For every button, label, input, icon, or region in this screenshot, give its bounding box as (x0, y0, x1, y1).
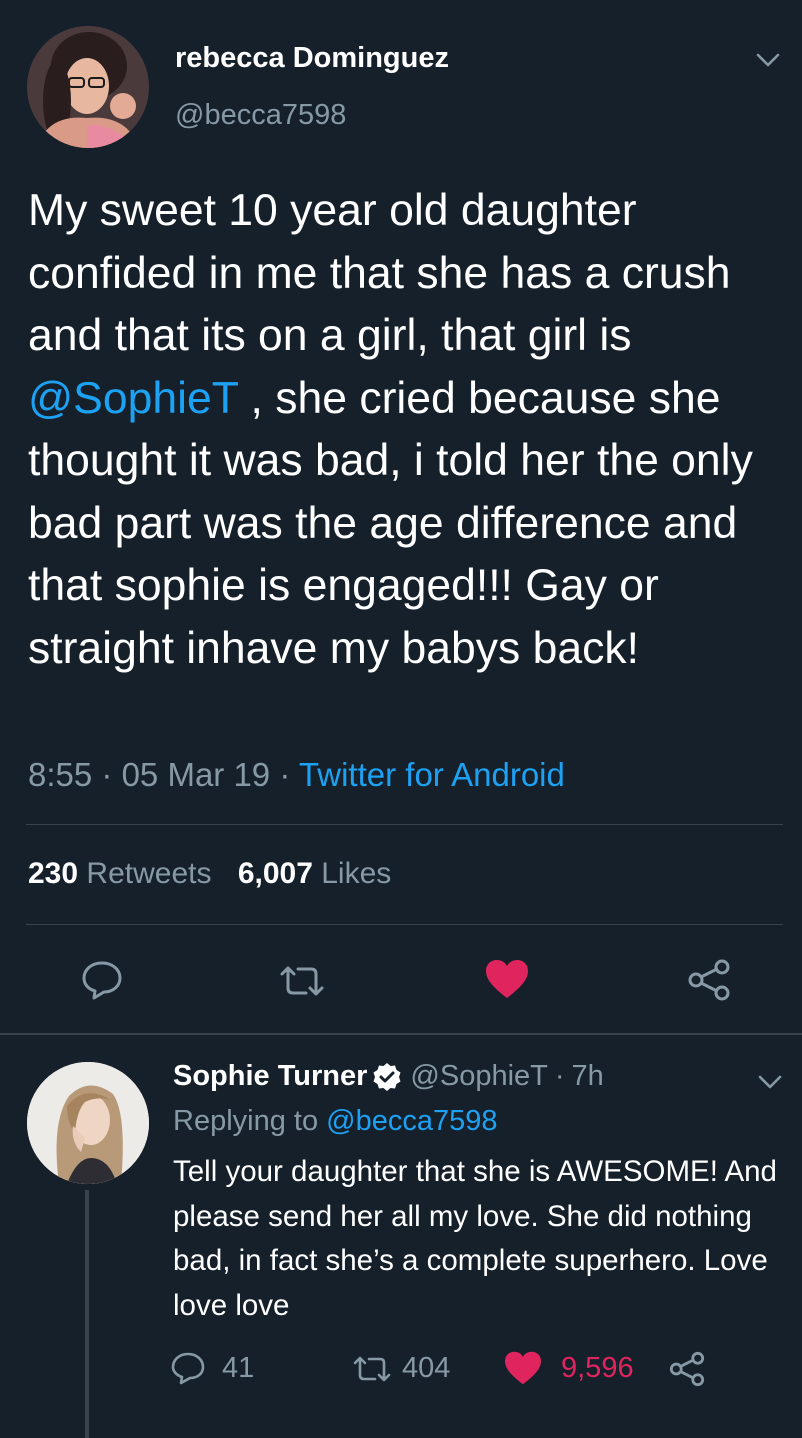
share-icon[interactable] (686, 958, 732, 1002)
author-handle[interactable]: @becca7598 (175, 99, 346, 132)
divider (26, 924, 783, 925)
reply-icon (170, 1350, 206, 1386)
reply-text: Tell your daughter that she is AWESOME! … (173, 1155, 777, 1322)
mention-link[interactable]: @SophieT (28, 374, 238, 423)
tweet-text: My sweet 10 year old daughter confided i… (28, 180, 788, 680)
tweet-meta: 8:55 · 05 Mar 19 · Twitter for Android (28, 756, 565, 794)
likes-stat[interactable]: 6,007 Likes (238, 857, 391, 890)
likes-count: 6,007 (237, 857, 313, 890)
retweets-label: Retweets (86, 857, 212, 890)
chevron-down-icon[interactable] (755, 51, 781, 69)
reply-author-name[interactable]: Sophie Turner (173, 1060, 367, 1093)
divider (26, 824, 783, 825)
reply-time[interactable]: 7h (572, 1060, 604, 1093)
reply-author-avatar[interactable] (27, 1062, 149, 1184)
like-count: 9,596 (561, 1351, 634, 1384)
reply-action-retweet[interactable]: 404 (350, 1352, 450, 1385)
reply-header: Sophie Turner @SophieT · 7h (173, 1060, 604, 1093)
replying-to-label: Replying to (173, 1105, 327, 1137)
author-avatar[interactable] (27, 26, 149, 148)
chevron-down-icon[interactable] (757, 1073, 783, 1091)
share-icon[interactable] (668, 1350, 706, 1388)
meta-separator: · (279, 756, 291, 793)
tweet-text-part: My sweet 10 year old daughter confided i… (28, 186, 731, 360)
retweet-count: 404 (402, 1352, 451, 1384)
reply-action-like[interactable]: 9,596 (503, 1350, 634, 1386)
replying-to-link[interactable]: @becca7598 (326, 1105, 497, 1137)
tweet-time[interactable]: 8:55 (28, 756, 92, 793)
retweet-icon[interactable] (276, 962, 328, 1000)
meta-separator: · (554, 1060, 565, 1092)
reply-author-handle[interactable]: @SophieT (410, 1060, 547, 1093)
verified-badge-icon (372, 1062, 402, 1092)
heart-icon (503, 1350, 543, 1386)
tweet-source-link[interactable]: Twitter for Android (299, 756, 565, 793)
meta-separator: · (101, 756, 113, 793)
reply-icon[interactable] (80, 959, 124, 1001)
likes-label: Likes (321, 857, 392, 890)
retweets-stat[interactable]: 230 Retweets (28, 857, 220, 890)
retweets-count: 230 (28, 857, 79, 890)
reply-thread-line (85, 1190, 89, 1438)
retweet-icon (350, 1353, 394, 1385)
reply-count: 41 (222, 1351, 255, 1384)
tweet-stats: 230 Retweets 6,007 Likes (28, 857, 391, 891)
author-name[interactable]: rebecca Dominguez (175, 42, 449, 75)
replying-to: Replying to @becca7598 (173, 1105, 498, 1138)
reply-action-reply[interactable]: 41 (170, 1350, 254, 1386)
tweet-date[interactable]: 05 Mar 19 (122, 756, 271, 793)
section-divider (0, 1033, 802, 1035)
heart-icon[interactable] (484, 958, 530, 1000)
